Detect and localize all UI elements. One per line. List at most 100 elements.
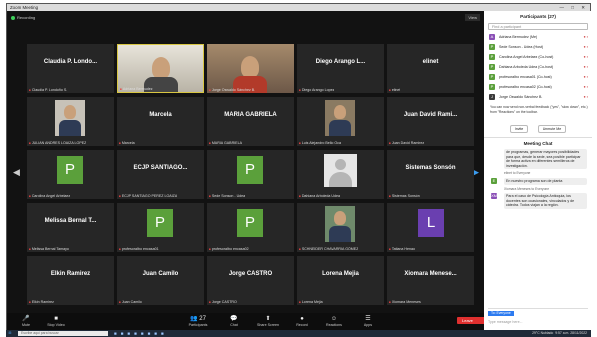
chat-messages: de programas, generar mayores posibilida… (484, 149, 592, 209)
participant-tile[interactable]: JULIAN ANDRES LOAIZA LOPEZ (27, 97, 114, 146)
participant-tile[interactable]: elinet elinet (387, 44, 474, 93)
avatar: A (489, 34, 495, 40)
toolbar-label: Mute (22, 323, 30, 327)
participant-row[interactable]: A Adriana Bermudez (Me) ● ▪ (484, 32, 592, 42)
muted-mic-icon: ● ▪ (583, 45, 588, 49)
participant-name: profesoraIbo encasa02 (Co-host) (499, 85, 552, 89)
taskbar-app-icons[interactable]: ■■■■■■■■ (114, 330, 168, 337)
chat-recipient-select[interactable]: To: Everyone (488, 311, 514, 316)
previous-page-arrow-icon[interactable]: ◀ (13, 167, 20, 178)
toolbar-share-screen-button[interactable]: ⬆ Share Screen (253, 315, 283, 327)
participant-tile[interactable]: Elkin Ramirez Elkin Ramirez (27, 256, 114, 305)
avatar: P (237, 209, 263, 237)
participant-tile[interactable]: Adriana Bermudez (117, 44, 204, 93)
participant-list: A Adriana Bermudez (Me) ● ▪ P Sede Sonson - … (484, 32, 592, 102)
participant-display-name: Sistemas Sonsón (405, 165, 456, 171)
participant-tile[interactable]: Dahiana Arboleda Udea (297, 150, 384, 199)
participant-row[interactable]: P Carolina Angel Arbelaez (Co-host) ● ▪ (484, 52, 592, 62)
toolbar-record-button[interactable]: ● Record (287, 315, 317, 327)
recording-icon (11, 15, 15, 20)
participant-tile[interactable]: P Sede Sonson - Udea (207, 150, 294, 199)
avatar: XM (491, 193, 497, 200)
avatar: E (491, 177, 497, 184)
toolbar-label: Share Screen (257, 323, 279, 327)
participant-tile[interactable]: Marcela Marcela (117, 97, 204, 146)
system-tray: 29°C Nublado 9:57 a.m. 28/11/2022 (532, 330, 587, 337)
participant-tile[interactable]: Sistemas Sonsón Sistemas Sonsón (387, 150, 474, 199)
weather-label: 29°C Nublado (532, 331, 554, 335)
toolbar-label: Record (296, 323, 308, 327)
participant-row[interactable]: P Sede Sonson - Udea (Host) ● ▪ (484, 42, 592, 52)
participant-row[interactable]: PprofesoraIbo encasa01 (Co-host) ● ▪ (484, 72, 592, 82)
avatar: P (147, 209, 173, 237)
chat-message-text: de programas, generar mayores posibilida… (504, 149, 587, 170)
avatar: P (489, 44, 495, 50)
participant-tile[interactable]: MARIA GABRIELA MARIA GABRIELA (207, 97, 294, 146)
participant-display-name: Jorge CASTRO (228, 271, 273, 277)
participant-name-tag: ECJP SANTIAGO PEREZ LOAIZA (119, 194, 177, 198)
window-controls[interactable]: — □ ✕ (560, 4, 589, 11)
participant-display-name: Melissa Bernal T... (44, 218, 97, 224)
muted-mic-icon: ● ▪ (583, 75, 588, 79)
participant-name: Sede Sonson - Udea (Host) (499, 45, 544, 49)
invite-button[interactable]: Invite (509, 125, 529, 133)
toolbar-participants-button[interactable]: 👥 27 Participants (183, 315, 213, 327)
participant-display-name: ECJP SANTIAGO... (133, 165, 188, 171)
view-button[interactable]: View (465, 14, 480, 21)
zoom-window: Zoom Meeting — □ ✕ Recording View ◀ ▶ Cl… (6, 3, 592, 331)
participant-tile[interactable]: Diego Arango L... Diego Arango Lopez (297, 44, 384, 93)
participant-row[interactable]: J Jorge Oswaldo Sánchez B. ● ▪ (484, 92, 592, 102)
participant-tile[interactable]: Juan Camilo Juan Camilo (117, 256, 204, 305)
find-participant-input[interactable]: Find a participant (488, 23, 588, 30)
participant-tile[interactable]: ECJP SANTIAGO... ECJP SANTIAGO PEREZ LOAI… (117, 150, 204, 199)
participant-name-tag: Sistemas Sonsón (389, 194, 420, 198)
participant-tile[interactable]: P Carolina Angel Arbelaez (27, 150, 114, 199)
participant-name-tag: Juan Camilo (119, 300, 142, 304)
avatar: P (489, 84, 495, 90)
participant-name-tag: Juan David Ramirez (389, 141, 424, 145)
windows-start-icon[interactable]: ⊞ (6, 330, 14, 337)
participant-tile[interactable]: Luis Alejandro Bello Oca (297, 97, 384, 146)
toolbar-stop-video-button[interactable]: ■ Stop Video (41, 315, 71, 327)
unmute-me-button[interactable]: Unmute Me (537, 125, 567, 133)
toolbar-mute-button[interactable]: 🎤 Mute (11, 315, 41, 327)
participant-tile[interactable]: Melissa Bernal T... Melissa Bernal Tamayo (27, 203, 114, 252)
participant-tile[interactable]: Jorge CASTRO Jorge CASTRO (207, 256, 294, 305)
participant-tile[interactable]: L Tatiana Henao (387, 203, 474, 252)
toolbar-reactions-button[interactable]: ☺ Reactions (319, 315, 349, 327)
window-title: Zoom Meeting (10, 5, 39, 10)
recording-label: Recording (17, 15, 36, 20)
participant-display-name: Juan David Rami... (403, 112, 458, 118)
taskbar-search-input[interactable]: Escribe aquí para buscar (18, 331, 108, 336)
toolbar-icon: 🎤 (22, 316, 30, 322)
participant-name-tag: Lorena Mejia (299, 300, 323, 304)
muted-mic-icon: ● ▪ (583, 85, 588, 89)
toolbar-apps-button[interactable]: ☰ Apps (353, 315, 383, 327)
video-feed (207, 44, 294, 93)
participant-tile[interactable]: Lorena Mejia Lorena Mejia (297, 256, 384, 305)
participant-tile[interactable]: PprofesoraIbo encasa02 (207, 203, 294, 252)
toolbar-icon: ⬆ (265, 316, 271, 322)
chat-input-area: To: Everyone Type message here... (488, 308, 588, 328)
participant-tile[interactable]: PprofesoraIbo encasa01 (117, 203, 204, 252)
participant-name-tag: profesoraIbo encasa02 (209, 247, 249, 251)
meeting-toolbar: 🎤 Mute ■ Stop Video 👥 27 Participants 💬 Chat ⬆ Sh… (7, 313, 484, 331)
feedback-notice: You can now send non-verbal feedback ("y… (490, 105, 588, 114)
profile-photo (55, 100, 85, 136)
avatar: L (418, 209, 444, 237)
muted-mic-icon: ● ▪ (583, 95, 588, 99)
muted-mic-icon: ● ▪ (583, 35, 588, 39)
video-stage: Recording View ◀ ▶ Claudia P. Londo...Cl… (7, 11, 484, 313)
title-bar: Zoom Meeting — □ ✕ (7, 4, 590, 11)
participant-row[interactable]: PprofesoraIbo encasa02 (Co-host) ● ▪ (484, 82, 592, 92)
chat-message: de programas, generar mayores posibilida… (504, 149, 587, 170)
toolbar-icon: 💬 (230, 316, 238, 322)
toolbar-chat-button[interactable]: 💬 Chat (219, 315, 249, 327)
participant-row[interactable]: P Dahiana Arboleda Udea (Co-host) ● ▪ (484, 62, 592, 72)
participant-tile[interactable]: Juan David Rami... Juan David Ramirez (387, 97, 474, 146)
participant-tile[interactable]: Jorge Oswaldo Sánchez B. (207, 44, 294, 93)
participant-tile[interactable]: SCHNEIDER CHAVARRIA GÓMEZ (297, 203, 384, 252)
chat-message-input[interactable]: Type message here... (488, 320, 588, 324)
participant-tile[interactable]: Claudia P. Londo... Claudia P. Londoño S. (27, 44, 114, 93)
participant-tile[interactable]: Xiomara Menese... Xiomara Meneses (387, 256, 474, 305)
